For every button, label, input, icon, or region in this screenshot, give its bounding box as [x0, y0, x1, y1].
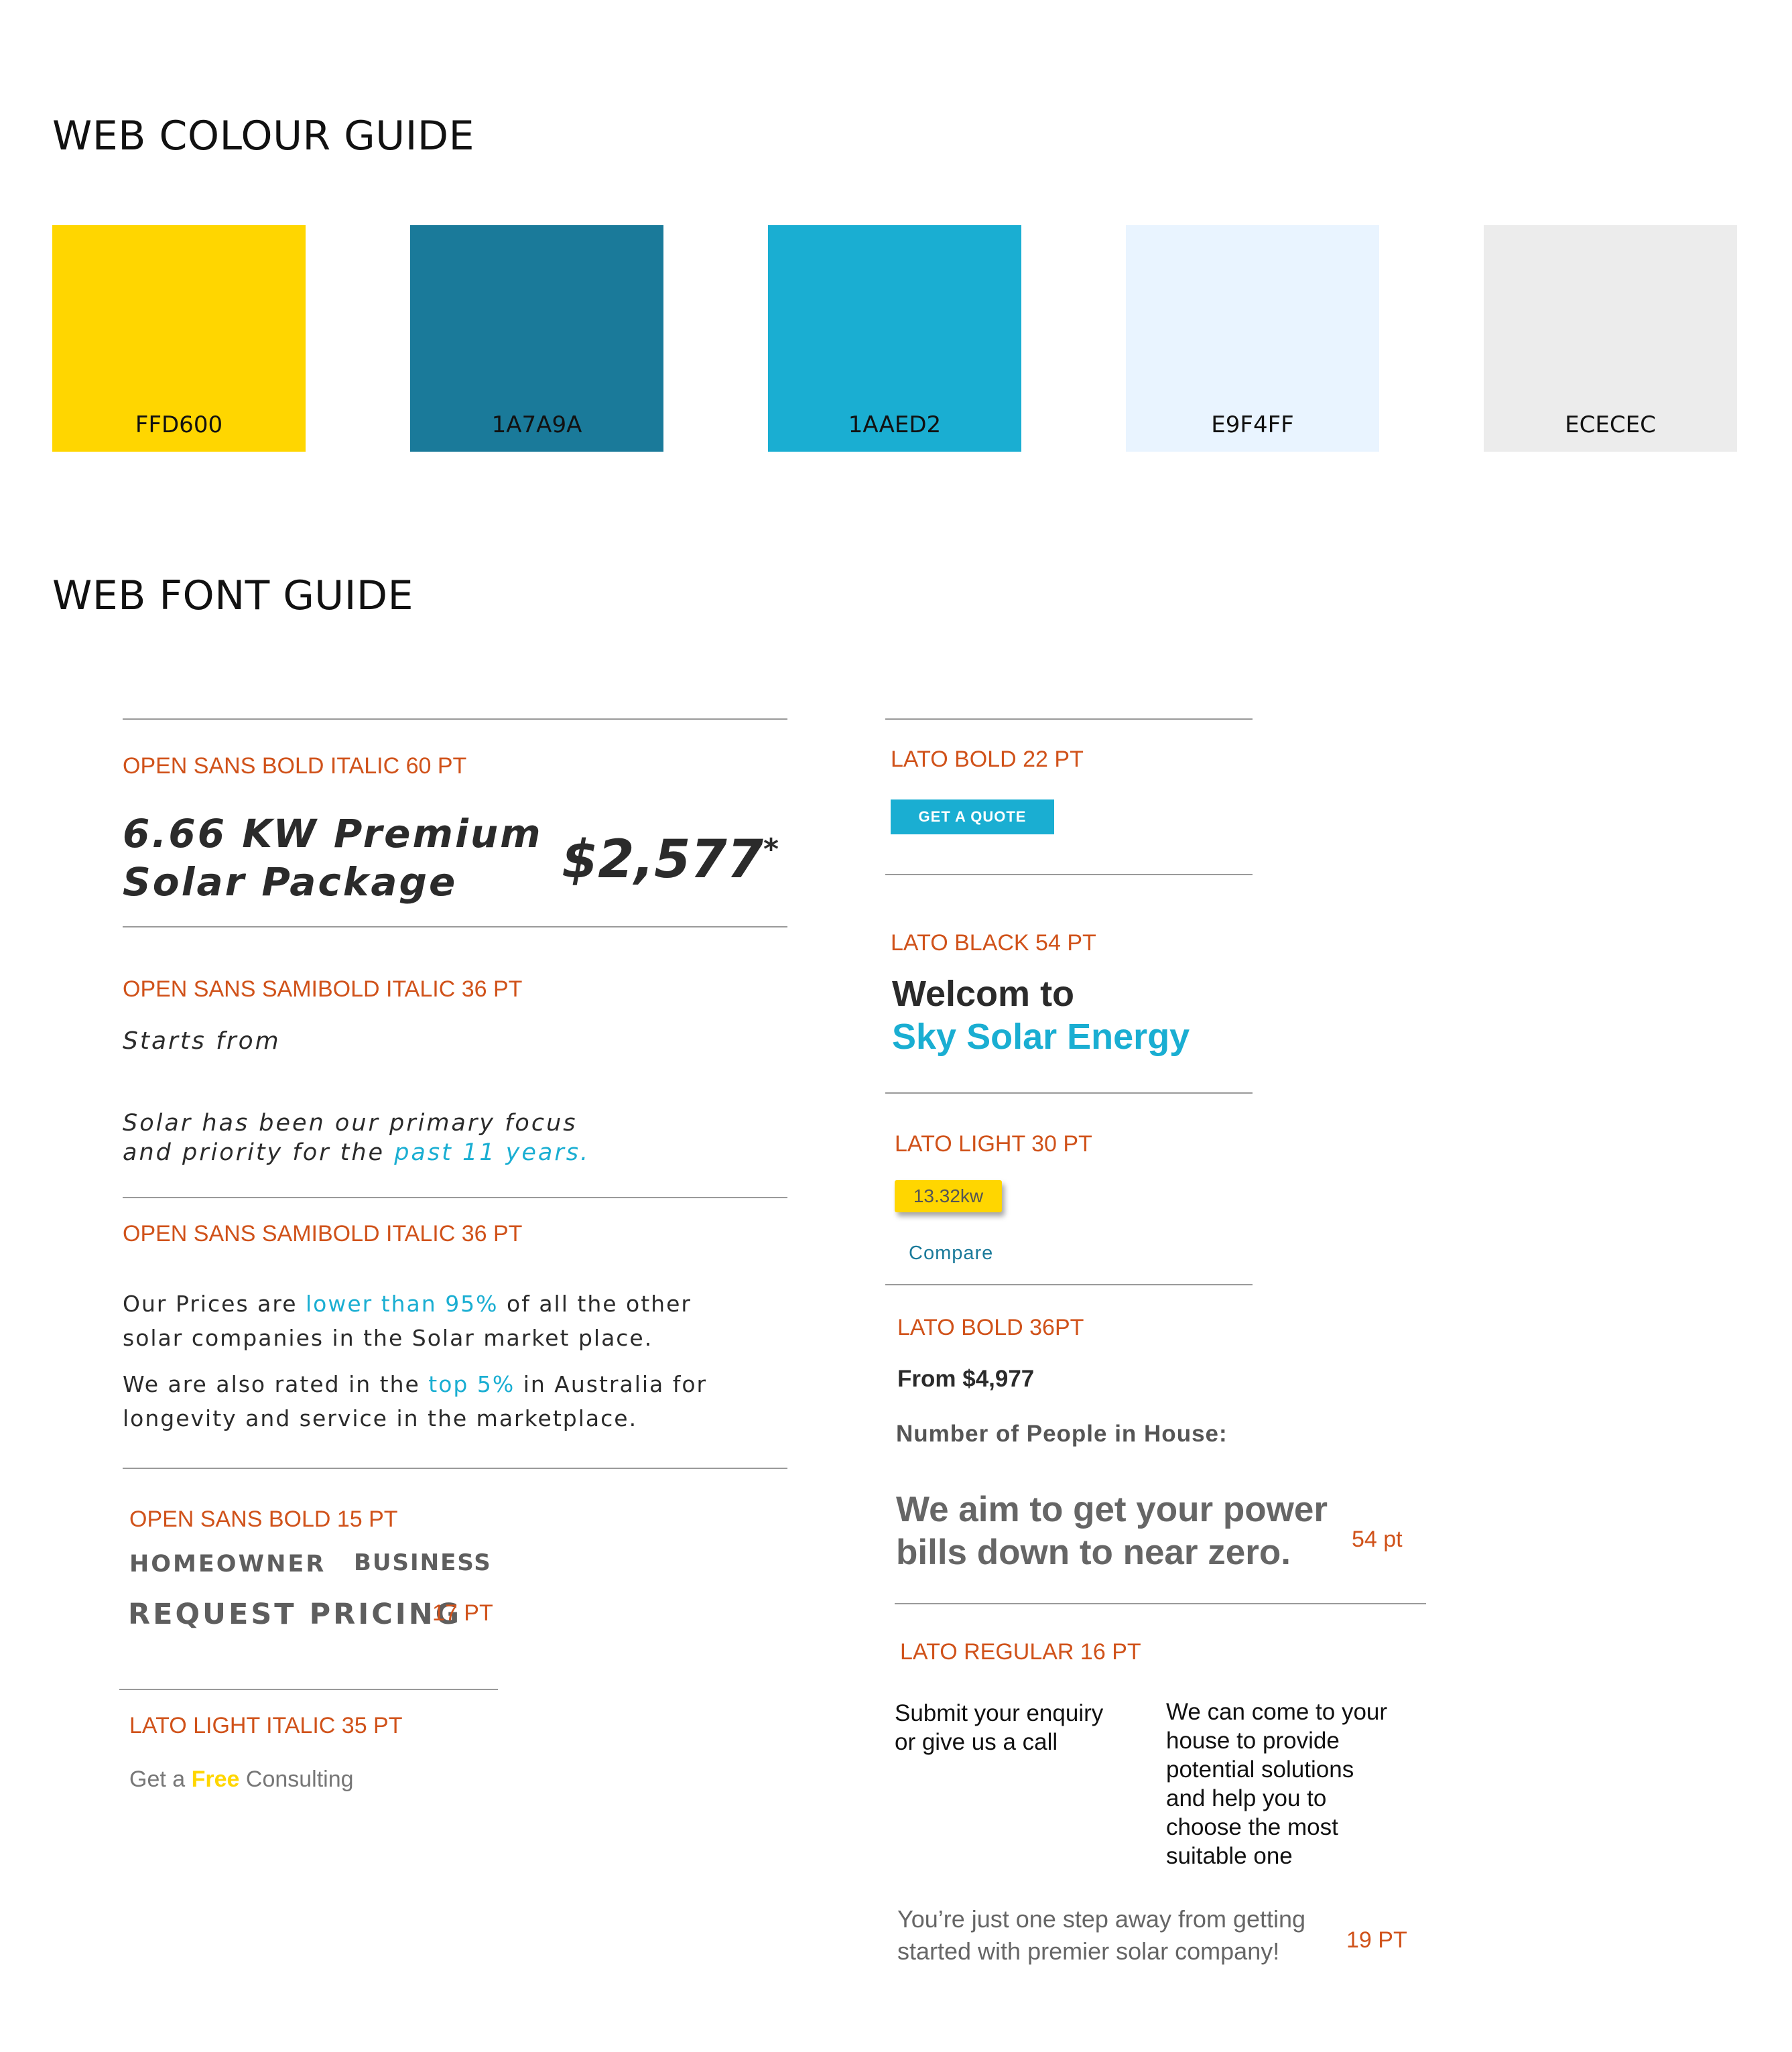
text: Consulting: [239, 1767, 354, 1792]
swatch-label: ECECEC: [1565, 411, 1656, 438]
font-label: LATO LIGHT ITALIC 35 PT: [129, 1713, 403, 1738]
divider: [885, 874, 1253, 875]
size-label: 17 PT: [432, 1600, 493, 1626]
swatch-ececec: ECECEC: [1484, 225, 1737, 452]
divider: [123, 1197, 787, 1198]
text: Submit your enquiry: [895, 1700, 1104, 1726]
highlight: top 5%: [428, 1371, 515, 1397]
text: potential solutions: [1166, 1756, 1354, 1783]
rating-paragraph: We are also rated in the top 5% in Austr…: [123, 1367, 707, 1435]
aim-line1: We aim to get your power: [896, 1490, 1328, 1529]
highlight: lower than 95%: [306, 1291, 499, 1317]
package-title-line1: 6.66 KW Premium: [123, 811, 543, 856]
compare-link[interactable]: Compare: [909, 1242, 993, 1265]
font-label: OPEN SANS SAMIBOLD ITALIC 36 PT: [123, 1221, 523, 1246]
divider: [885, 1092, 1253, 1094]
text: longevity and service in the marketplace…: [123, 1405, 638, 1431]
font-label: LATO LIGHT 30 PT: [895, 1131, 1092, 1157]
text: and help you to: [1166, 1785, 1327, 1811]
divider: [123, 1468, 787, 1469]
text: started with premier solar company!: [897, 1937, 1280, 1965]
aim-line2: bills down to near zero.: [896, 1533, 1291, 1572]
font-guide-title: WEB FONT GUIDE: [52, 572, 414, 619]
font-label: OPEN SANS SAMIBOLD ITALIC 36 PT: [123, 976, 523, 1002]
font-label: LATO BOLD 36PT: [897, 1315, 1084, 1340]
text: suitable one: [1166, 1843, 1293, 1869]
colour-guide-title: WEB COLOUR GUIDE: [52, 113, 475, 159]
size-label: 19 PT: [1346, 1927, 1407, 1953]
focus-line1: Solar has been our primary focus: [123, 1110, 578, 1137]
get-a-quote-button[interactable]: GET A QUOTE: [891, 799, 1054, 834]
swatch-1aaed2: 1AAED2: [768, 225, 1021, 452]
swatch-ffd600: FFD600: [52, 225, 306, 452]
font-label: LATO REGULAR 16 PT: [900, 1639, 1141, 1665]
font-label: OPEN SANS BOLD ITALIC 60 PT: [123, 753, 467, 779]
swatch-1a7a9a: 1A7A9A: [410, 225, 663, 452]
text: Get a: [129, 1767, 192, 1792]
swatch-label: 1AAED2: [848, 411, 942, 438]
focus-line2: and priority for the past 11 years.: [123, 1139, 590, 1166]
package-price: $2,577*: [562, 830, 779, 890]
one-step-text: You’re just one step away from getting s…: [897, 1903, 1305, 1968]
font-label: LATO BLACK 54 PT: [891, 930, 1096, 956]
price-value: $2,577: [562, 830, 763, 890]
tab-business[interactable]: BUSINESS: [354, 1549, 492, 1576]
text: We can come to your: [1166, 1699, 1388, 1725]
text: You’re just one step away from getting: [897, 1905, 1306, 1933]
size-label: 54 pt: [1352, 1527, 1403, 1552]
welcome-line2: Sky Solar Energy: [892, 1017, 1190, 1057]
text: choose the most: [1166, 1814, 1338, 1840]
request-pricing-link[interactable]: REQUEST PRICING: [128, 1598, 462, 1631]
focus-text: and priority for the: [123, 1139, 395, 1166]
swatch-label: E9F4FF: [1211, 411, 1294, 438]
package-title-line2: Solar Package: [123, 859, 458, 905]
font-label: OPEN SANS BOLD 15 PT: [129, 1506, 398, 1532]
from-price: From $4,977: [897, 1366, 1035, 1392]
divider: [895, 1603, 1426, 1604]
swatch-e9f4ff: E9F4FF: [1126, 225, 1379, 452]
swatch-label: FFD600: [135, 411, 223, 438]
welcome-line1: Welcom to: [892, 974, 1075, 1014]
swatch-label: 1A7A9A: [491, 411, 582, 438]
text: in Australia for: [515, 1371, 708, 1397]
come-to-house-text: We can come to your house to provide pot…: [1166, 1697, 1387, 1870]
price-asterisk: *: [763, 832, 779, 867]
prices-paragraph: Our Prices are lower than 95% of all the…: [123, 1287, 692, 1355]
text: Our Prices are: [123, 1291, 306, 1317]
divider: [885, 1284, 1253, 1285]
divider: [123, 718, 787, 720]
focus-highlight: past 11 years.: [394, 1139, 590, 1166]
free-consulting: Get a Free Consulting: [129, 1767, 354, 1793]
enquiry-text: Submit your enquiry or give us a call: [895, 1699, 1103, 1756]
divider: [885, 718, 1253, 720]
people-in-house-label: Number of People in House:: [896, 1421, 1228, 1447]
tab-homeowner[interactable]: HOMEOWNER: [129, 1551, 326, 1578]
font-label: LATO BOLD 22 PT: [891, 747, 1084, 772]
text: or give us a call: [895, 1729, 1058, 1755]
highlight: Free: [191, 1767, 240, 1792]
starts-from: Starts from: [123, 1027, 281, 1055]
text: of all the other: [498, 1291, 692, 1317]
text: solar companies in the Solar market plac…: [123, 1325, 653, 1351]
kw-badge: 13.32kw: [895, 1180, 1002, 1212]
divider: [123, 926, 787, 927]
text: house to provide: [1166, 1728, 1340, 1754]
divider: [119, 1689, 498, 1690]
text: We are also rated in the: [123, 1371, 429, 1397]
